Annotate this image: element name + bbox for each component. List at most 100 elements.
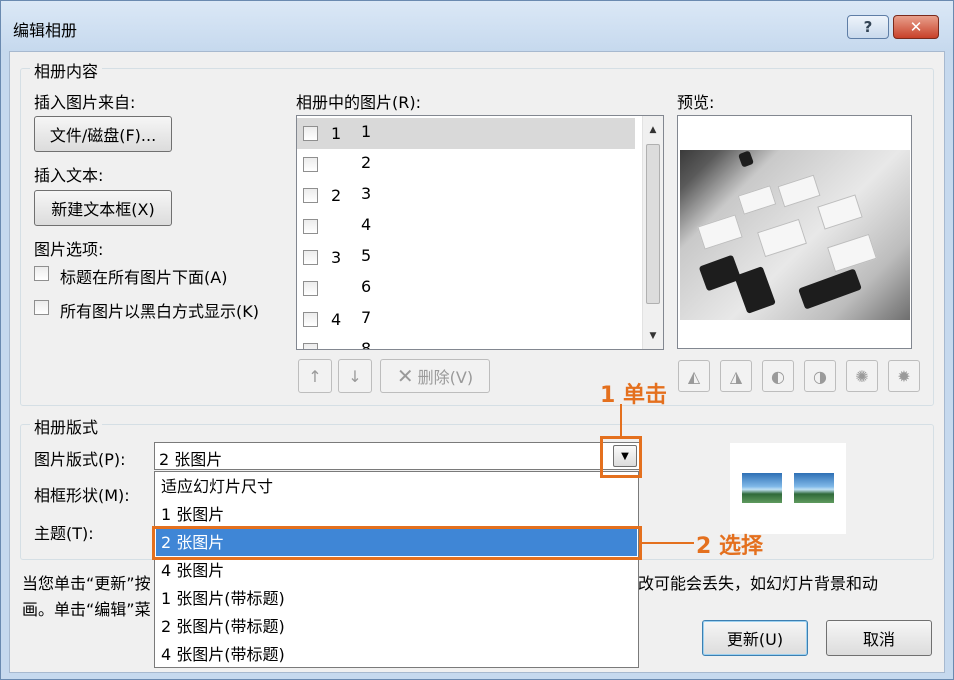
list-item[interactable]: 6 xyxy=(297,273,635,304)
list-item[interactable]: 3 5 xyxy=(297,242,635,273)
slide-number: 3 xyxy=(331,248,342,267)
layout-preview xyxy=(730,443,846,534)
update-button[interactable]: 更新(U) xyxy=(702,620,808,656)
theme-label: 主题(T): xyxy=(34,524,94,543)
dropdown-option[interactable]: 2 张图片(带标题) xyxy=(156,613,637,640)
album-layout-group-title: 相册版式 xyxy=(30,414,103,438)
chevron-down-icon[interactable]: ▼ xyxy=(613,445,637,467)
move-down-button[interactable]: ↓ xyxy=(338,359,372,393)
delete-x-icon: ✕ xyxy=(396,364,414,388)
card-shape xyxy=(737,185,777,215)
card-shape xyxy=(777,174,821,208)
scroll-thumb[interactable] xyxy=(646,144,660,304)
picture-checkbox[interactable] xyxy=(303,219,318,234)
stamp-shape xyxy=(737,150,755,168)
card-shape xyxy=(697,214,743,250)
brightness-decrease-icon[interactable]: ✹ xyxy=(888,360,920,392)
picture-options-label: 图片选项: xyxy=(34,240,104,259)
card-shape xyxy=(827,233,877,273)
picture-name: 3 xyxy=(361,184,372,203)
dialog-body: 相册内容 插入图片来自: 文件/磁盘(F)... 插入文本: 新建文本框(X) … xyxy=(9,51,945,673)
picture-checkbox[interactable] xyxy=(303,343,318,349)
dropdown-option[interactable]: 1 张图片 xyxy=(156,501,637,528)
contrast-increase-icon[interactable]: ◐ xyxy=(762,360,794,392)
frame-shape-label: 相框形状(M): xyxy=(34,486,130,505)
picture-layout-select[interactable]: 2 张图片 ▼ xyxy=(154,442,640,470)
slide-number: 2 xyxy=(331,186,342,205)
dialog-title: 编辑相册 xyxy=(13,21,78,40)
list-item[interactable]: 8 xyxy=(297,335,635,350)
stamp-shape xyxy=(734,266,776,314)
dropdown-option-selected[interactable]: 2 张图片 xyxy=(156,529,637,556)
list-item[interactable]: 2 xyxy=(297,149,635,180)
dropdown-option[interactable]: 1 张图片(带标题) xyxy=(156,585,637,612)
step2-callout: 2 选择 xyxy=(696,534,763,559)
rotate-left-icon[interactable]: ◭ xyxy=(678,360,710,392)
close-button[interactable]: ✕ xyxy=(893,15,939,39)
rotate-right-icon[interactable]: ◮ xyxy=(720,360,752,392)
card-shape xyxy=(817,194,863,230)
pictures-listbox[interactable]: 1 1 2 2 3 4 3 5 6 4 7 8 ▲ ▼ xyxy=(296,115,664,350)
stamp-shape xyxy=(798,268,862,310)
delete-button[interactable]: ✕ 删除(V) xyxy=(380,359,490,393)
list-item[interactable]: 4 7 xyxy=(297,304,635,335)
preview-image xyxy=(680,150,910,320)
pictures-in-album-label: 相册中的图片(R): xyxy=(296,93,421,112)
delete-button-label: 删除(V) xyxy=(417,368,474,387)
slide-number: 4 xyxy=(331,310,342,329)
picture-name: 5 xyxy=(361,246,372,265)
list-item[interactable]: 4 xyxy=(297,211,635,242)
picture-checkbox[interactable] xyxy=(303,312,318,327)
note-line1-left: 当您单击“更新”按 xyxy=(22,574,151,593)
picture-name: 1 xyxy=(361,122,372,141)
picture-layout-label: 图片版式(P): xyxy=(34,450,126,469)
preview-pane xyxy=(677,115,912,349)
file-disk-button[interactable]: 文件/磁盘(F)... xyxy=(34,116,172,152)
layout-preview-picture xyxy=(794,473,834,503)
scroll-up-arrow-icon[interactable]: ▲ xyxy=(643,120,663,140)
contrast-decrease-icon[interactable]: ◑ xyxy=(804,360,836,392)
captions-below-checkbox[interactable] xyxy=(34,266,49,281)
dropdown-option[interactable]: 4 张图片 xyxy=(156,557,637,584)
insert-text-label: 插入文本: xyxy=(34,166,104,185)
note-line1-right: 改可能会丢失，如幻灯片背景和动 xyxy=(638,574,879,593)
card-shape xyxy=(757,218,807,258)
picture-checkbox[interactable] xyxy=(303,126,318,141)
list-item[interactable]: 1 1 xyxy=(297,118,635,149)
black-white-label: 所有图片以黑白方式显示(K) xyxy=(60,302,259,321)
album-content-group-title: 相册内容 xyxy=(30,58,103,82)
picture-name: 4 xyxy=(361,215,372,234)
cancel-button[interactable]: 取消 xyxy=(826,620,932,656)
preview-label: 预览: xyxy=(677,93,715,112)
picture-checkbox[interactable] xyxy=(303,250,318,265)
picture-checkbox[interactable] xyxy=(303,188,318,203)
black-white-checkbox[interactable] xyxy=(34,300,49,315)
dropdown-option[interactable]: 适应幻灯片尺寸 xyxy=(156,473,637,500)
list-item[interactable]: 2 3 xyxy=(297,180,635,211)
title-bar: 编辑相册 ? ✕ xyxy=(1,1,953,51)
insert-from-label: 插入图片来自: xyxy=(34,93,136,112)
picture-name: 2 xyxy=(361,153,372,172)
pictures-scrollbar[interactable]: ▲ ▼ xyxy=(642,116,663,349)
picture-layout-dropdown: 适应幻灯片尺寸 1 张图片 2 张图片 4 张图片 1 张图片(带标题) 2 张… xyxy=(154,471,639,668)
brightness-increase-icon[interactable]: ✺ xyxy=(846,360,878,392)
new-textbox-button[interactable]: 新建文本框(X) xyxy=(34,190,172,226)
dropdown-option[interactable]: 4 张图片(带标题) xyxy=(156,641,637,668)
step1-callout: 1 单击 xyxy=(600,383,667,408)
picture-name: 6 xyxy=(361,277,372,296)
picture-checkbox[interactable] xyxy=(303,281,318,296)
scroll-down-arrow-icon[interactable]: ▼ xyxy=(643,326,663,346)
move-up-button[interactable]: ↑ xyxy=(298,359,332,393)
stamp-shape xyxy=(698,254,742,292)
edit-album-dialog: 编辑相册 ? ✕ 相册内容 插入图片来自: 文件/磁盘(F)... 插入文本: … xyxy=(0,0,954,680)
slide-number: 1 xyxy=(331,124,342,143)
picture-layout-value: 2 张图片 xyxy=(159,450,223,469)
picture-name: 8 xyxy=(361,339,372,350)
picture-name: 7 xyxy=(361,308,372,327)
help-button[interactable]: ? xyxy=(847,15,889,39)
captions-below-label: 标题在所有图片下面(A) xyxy=(60,268,228,287)
layout-preview-picture xyxy=(742,473,782,503)
picture-checkbox[interactable] xyxy=(303,157,318,172)
note-line2-left: 画。单击“编辑”菜 xyxy=(22,600,151,619)
step2-connector xyxy=(642,542,694,544)
